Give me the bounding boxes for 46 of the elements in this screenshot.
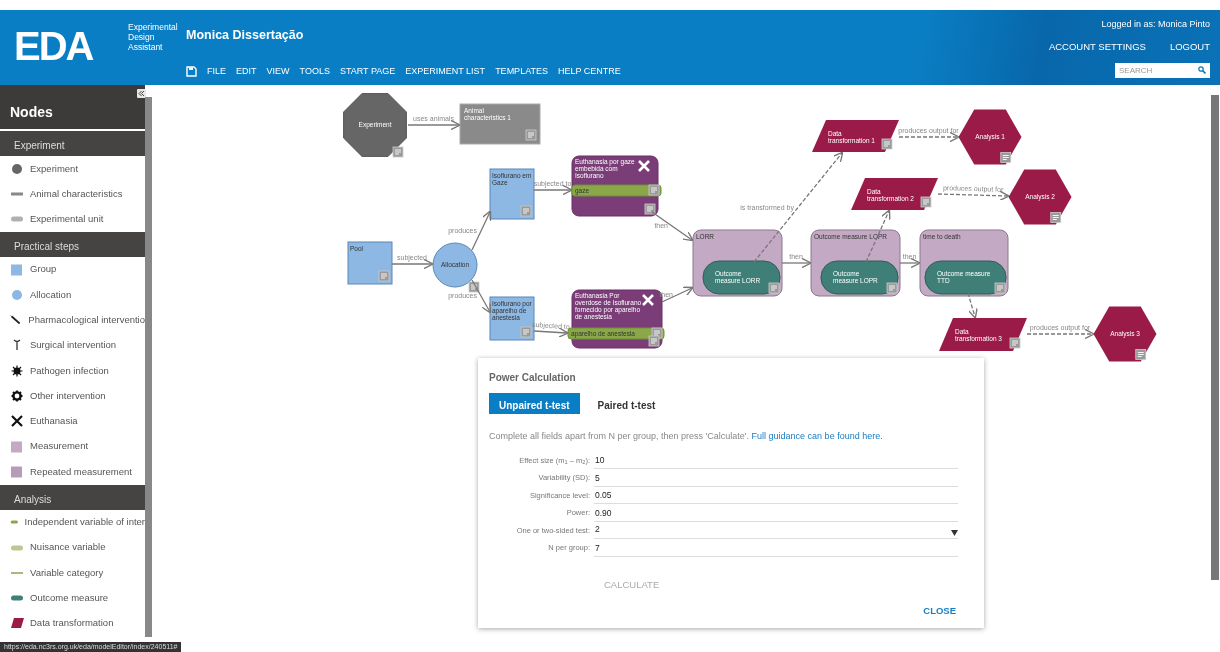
menu-item[interactable]: EDIT — [236, 64, 257, 79]
input-field[interactable]: 7 — [594, 541, 958, 557]
logo: EDA — [13, 23, 94, 70]
node-type-item[interactable]: Allocation — [30, 287, 72, 302]
node-type-item[interactable]: Data transformation — [30, 616, 114, 631]
menu-item[interactable]: VIEW — [266, 64, 290, 79]
node-type-item[interactable]: Variable category — [30, 565, 104, 580]
input-field[interactable]: 10 — [594, 454, 958, 469]
node-type-item[interactable]: Group — [30, 262, 57, 277]
menu-item[interactable]: TOOLS — [299, 64, 330, 79]
input-field[interactable]: 0.90 — [594, 506, 958, 522]
node-type-item[interactable]: Independent variable of inter — [24, 515, 145, 530]
node-type-item[interactable]: Surgical intervention — [30, 338, 117, 353]
section-heading: Experiment — [0, 131, 145, 156]
header-link[interactable]: ACCOUNT SETTINGS — [1048, 39, 1146, 54]
section-heading: Analysis — [0, 484, 145, 510]
menu-item[interactable]: FILE — [207, 64, 226, 79]
instruction-text: Complete all fields apart from N per group, then press 'Calculate'. — [489, 431, 750, 441]
dialog-title: Power Calculation — [489, 371, 577, 385]
input-field[interactable]: 5 — [594, 471, 958, 487]
project-title: Monica Dissertação — [186, 27, 305, 44]
node-type-item[interactable]: Experimental unit — [30, 212, 104, 227]
node-type-item[interactable]: Euthanasia — [30, 414, 78, 429]
node-type-item[interactable]: Outcome measure — [30, 590, 109, 606]
panel-title: Nodes — [0, 85, 145, 131]
node-type-item[interactable]: Other intervention — [30, 388, 106, 404]
header-link[interactable]: LOGOUT — [1169, 39, 1210, 54]
section-heading: Practical steps — [0, 231, 145, 257]
close-button[interactable]: CLOSE — [917, 599, 962, 622]
node-type-item[interactable]: Experiment — [30, 161, 79, 176]
guidance-link[interactable]: Full guidance can be found here. — [751, 431, 883, 441]
menu-item[interactable]: START PAGE — [339, 64, 396, 79]
menu-item[interactable]: TEMPLATES — [495, 64, 548, 79]
menu-item[interactable]: EXPERIMENT LIST — [405, 64, 486, 79]
search-field[interactable]: SEARCH — [1115, 62, 1210, 78]
tab[interactable]: Unpaired t-test — [489, 393, 580, 414]
user-label: Logged in as: Monica Pinto — [1101, 18, 1210, 31]
node-type-item[interactable]: Repeated measurement — [30, 464, 132, 480]
node-type-item[interactable]: Pharmacological interventio — [28, 313, 145, 328]
select-field[interactable]: 2 — [594, 524, 958, 539]
node-type-item[interactable]: Pathogen infection — [30, 363, 109, 378]
node-type-item[interactable]: Measurement — [30, 439, 89, 454]
input-field[interactable]: 0.05 — [594, 489, 958, 504]
node-type-item[interactable]: Animal characteristics — [30, 186, 123, 202]
menu-item[interactable]: HELP CENTRE — [558, 64, 621, 79]
node-type-item[interactable]: Nuisance variable — [30, 540, 106, 555]
